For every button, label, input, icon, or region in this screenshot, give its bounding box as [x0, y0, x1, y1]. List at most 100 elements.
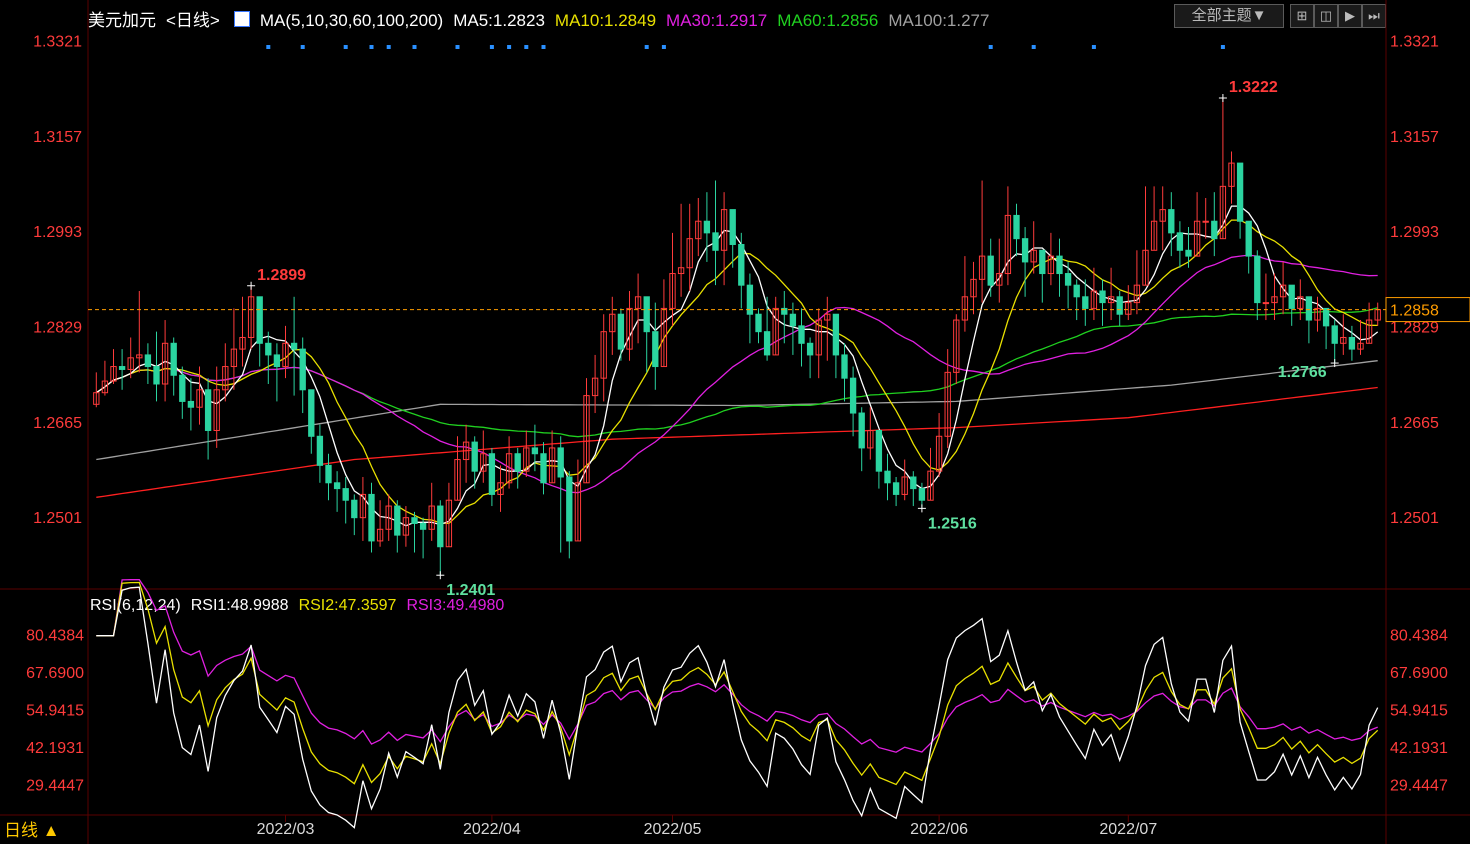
candle-body	[170, 342, 177, 376]
candle-body	[1348, 336, 1356, 350]
candle-body	[437, 505, 444, 548]
candle-body	[806, 342, 814, 356]
candle-body	[1185, 249, 1192, 257]
candle-body	[987, 255, 994, 286]
rsi-tick-label-right: 80.4384	[1390, 627, 1448, 644]
low-annotation: 1.2516	[928, 515, 977, 532]
candle-body	[1288, 284, 1295, 309]
candle-body	[729, 209, 736, 245]
candle-body	[290, 342, 298, 350]
candle-body	[643, 296, 650, 333]
candle-body	[333, 482, 341, 490]
period-tab[interactable]: 日线 ▲	[0, 818, 90, 844]
rsi3-line	[96, 579, 1378, 753]
event-marker	[507, 45, 512, 49]
candle-body	[179, 374, 186, 402]
rsi-tick-label-left: 67.6900	[26, 665, 84, 682]
event-marker	[524, 45, 529, 49]
candle-body	[1322, 307, 1330, 327]
current-price-label: 1.2858	[1390, 303, 1439, 320]
x-tick-label: 2022/03	[257, 821, 315, 838]
ma60-line	[95, 307, 1378, 438]
event-marker	[489, 45, 494, 49]
event-marker	[661, 45, 666, 49]
candle-body	[368, 493, 375, 542]
candle-body	[858, 412, 865, 449]
candle-body	[514, 453, 521, 472]
rsi2-line	[96, 581, 1379, 786]
event-marker	[266, 45, 271, 49]
event-marker	[1031, 45, 1036, 49]
candle-body	[557, 447, 564, 478]
candle-body	[910, 476, 917, 490]
candle-body	[652, 331, 659, 368]
event-marker	[541, 45, 546, 49]
candle-body	[918, 488, 926, 501]
event-marker	[1220, 45, 1225, 49]
candle-body	[566, 476, 573, 542]
candle-body	[1245, 220, 1252, 257]
candle-body	[265, 342, 272, 356]
candle-body	[488, 453, 496, 495]
candle-body	[1021, 238, 1029, 263]
candle-body	[308, 389, 315, 437]
candle-body	[1013, 214, 1020, 240]
candle-body	[411, 517, 418, 524]
x-tick-label: 2022/06	[910, 821, 968, 838]
y-tick-label-left: 1.2993	[33, 224, 82, 241]
candle-body	[1099, 290, 1106, 304]
candle-body	[738, 243, 745, 286]
candle-body	[1236, 162, 1244, 222]
candle-body	[849, 377, 857, 414]
x-tick-label: 2022/07	[1099, 821, 1157, 838]
y-tick-label-right: 1.2993	[1390, 224, 1439, 241]
candle-body	[712, 232, 719, 251]
rsi-tick-label-left: 29.4447	[26, 778, 84, 795]
candle-body	[617, 313, 625, 350]
candle-body	[351, 499, 358, 519]
y-tick-label-left: 1.2501	[33, 510, 82, 527]
ma30-line	[95, 254, 1378, 494]
candle-body	[1039, 249, 1046, 275]
candle-body	[316, 435, 324, 466]
candle-body	[1082, 296, 1089, 309]
event-marker	[300, 45, 305, 49]
rsi-tick-label-left: 80.4384	[26, 627, 84, 644]
candle-body	[118, 366, 126, 370]
price-chart[interactable]: 1.3321 1.3321 1.3157 1.3157 1.2993 1.2993 1.28…	[0, 0, 1470, 844]
y-tick-label-left: 1.2665	[33, 415, 82, 432]
candle-body	[204, 389, 212, 431]
rsi-tick-label-left: 42.1931	[26, 740, 84, 757]
candle-body	[1305, 296, 1313, 321]
candle-body	[841, 354, 848, 379]
candle-body	[1331, 325, 1338, 344]
candle-body	[394, 505, 401, 536]
candle-body	[1254, 255, 1261, 304]
candle-body	[875, 429, 883, 472]
rsi-tick-label-right: 42.1931	[1390, 740, 1448, 757]
y-tick-label-right: 1.2665	[1390, 415, 1439, 432]
candle-body	[884, 470, 891, 484]
candle-body	[256, 296, 263, 344]
candle-body	[540, 453, 547, 484]
candle-body	[342, 488, 349, 501]
ma10-line	[95, 219, 1378, 525]
candle-body	[531, 447, 539, 455]
candle-body	[144, 354, 152, 368]
candle-body	[153, 366, 160, 385]
y-tick-label-right: 1.3157	[1390, 129, 1439, 146]
high-annotation: 1.3222	[1229, 79, 1278, 96]
candle-body	[789, 313, 797, 327]
candle-body	[763, 331, 771, 356]
candle-body	[703, 220, 711, 234]
candle-body	[755, 313, 762, 333]
candle-body	[1262, 302, 1270, 305]
event-marker	[412, 45, 417, 49]
y-tick-label-right: 1.3321	[1390, 33, 1439, 50]
candle-body	[1211, 220, 1218, 240]
candle-body	[273, 354, 281, 368]
low-annotation: 1.2766	[1278, 364, 1327, 381]
x-tick-label: 2022/04	[463, 821, 521, 838]
high-annotation: 1.2899	[257, 267, 306, 284]
rsi-tick-label-right: 29.4447	[1390, 778, 1448, 795]
